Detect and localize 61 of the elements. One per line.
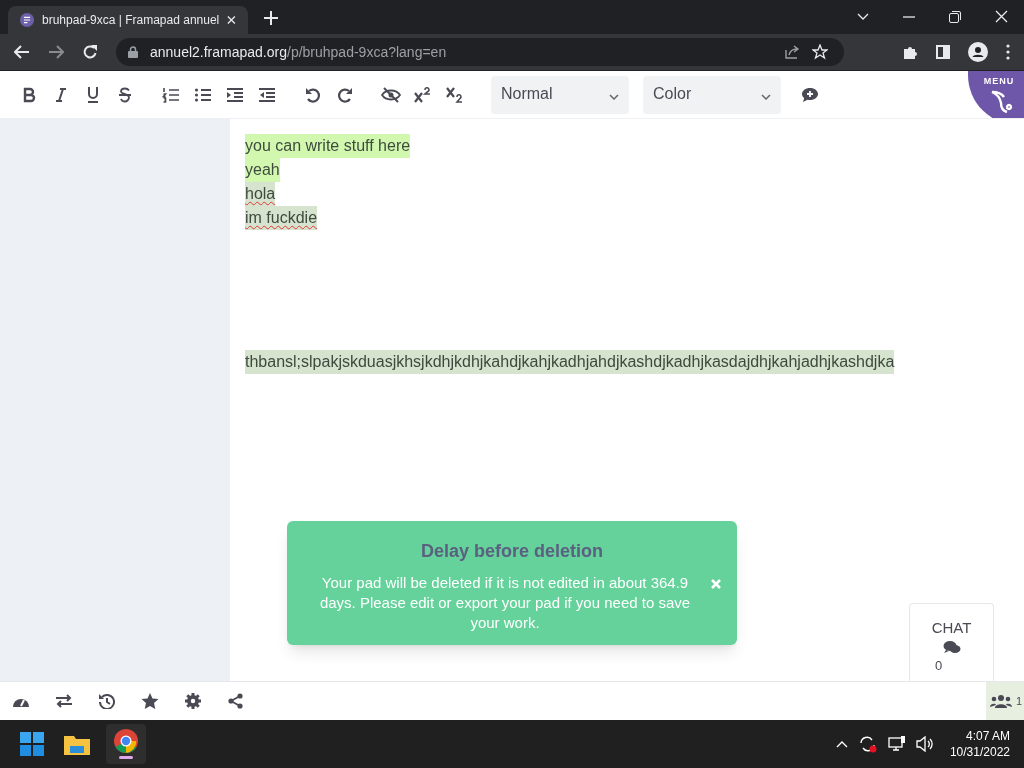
chat-button[interactable]: CHAT 0 [909,603,994,681]
close-icon[interactable] [227,15,236,25]
lock-icon [128,46,138,58]
redo-icon[interactable] [336,85,354,104]
settings-icon[interactable] [184,693,202,709]
users-icon [990,694,1012,708]
chat-bubbles-icon [942,639,961,654]
superscript-icon[interactable] [413,85,433,104]
forward-icon[interactable] [48,45,64,59]
underline-icon[interactable] [85,85,101,104]
users-button[interactable]: 1 [986,682,1024,720]
side-panel-icon[interactable] [936,45,950,59]
url-text: annuel2.framapad.org/p/bruhpad-9xca?lang=en [150,42,448,62]
subscript-icon[interactable] [445,85,465,104]
volume-icon[interactable] [915,736,934,752]
profile-icon[interactable] [968,42,988,62]
minimize-icon[interactable] [903,15,915,18]
star-icon[interactable] [812,44,828,60]
share-icon[interactable] [784,44,800,60]
add-comment-icon[interactable] [801,86,819,103]
restore-icon[interactable] [949,10,961,23]
puzzle-icon[interactable] [902,44,918,60]
menu-button[interactable]: MENU [968,71,1024,118]
chrome-icon [114,729,138,753]
address-bar[interactable]: annuel2.framapad.org/p/bruhpad-9xca?lang=en [116,38,844,66]
numbered-list-icon[interactable] [162,86,180,103]
caret-icon [761,93,771,100]
italic-icon[interactable] [53,86,69,103]
back-icon[interactable] [14,45,30,59]
dropdown[interactable]: Color [643,75,781,114]
chevron-up-icon[interactable] [835,740,848,748]
swap-arrows-icon[interactable] [55,693,73,709]
chrome-taskbar-button[interactable] [106,724,146,764]
new-tab-icon[interactable] [264,11,278,25]
browser-tab[interactable]: bruhpad-9xca | Framapad annuel [8,6,248,34]
close-icon[interactable] [995,10,1008,23]
star-icon[interactable] [141,693,159,709]
tab-title: bruhpad-9xca | Framapad annuel [42,12,220,29]
reload-icon[interactable] [82,44,98,60]
bullet-list-icon[interactable] [194,86,212,103]
chat-count: 0 [935,656,943,675]
chevron-down-icon[interactable] [857,12,869,21]
windows-start-icon[interactable] [20,732,44,756]
more-icon[interactable] [1006,44,1010,60]
sync-alert-icon[interactable] [857,735,878,753]
share-icon[interactable] [227,693,245,709]
indent-icon[interactable] [226,86,244,103]
notification-message: Your pad will be deleted if it is not edited in about 364.9 days. Please edit or export your pad if you need to save your work. [318,573,692,633]
caret-icon [609,93,619,100]
network-icon[interactable] [887,736,906,752]
dropdown[interactable]: Normal [491,75,629,114]
strikethrough-icon[interactable] [117,86,133,103]
document-icon [20,12,34,28]
clock[interactable]: 4:07 AM 10/31/2022 [949,728,1010,760]
hidden-eye-icon[interactable] [381,86,401,103]
notification-title: Delay before deletion [420,540,604,563]
folder-icon[interactable] [64,733,90,755]
history-icon[interactable] [98,693,116,709]
outdent-icon[interactable] [258,86,276,103]
undo-icon[interactable] [304,85,322,104]
bold-icon[interactable] [21,86,37,103]
